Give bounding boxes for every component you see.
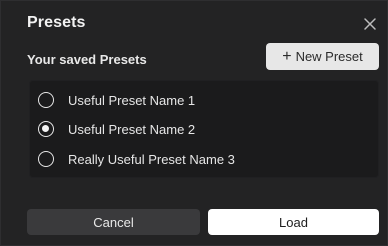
presets-dialog: Presets Your saved Presets + New Preset … [0,0,388,246]
saved-presets-heading: Your saved Presets [27,52,147,67]
radio-button-selected[interactable] [38,121,54,137]
preset-label: Useful Preset Name 1 [68,92,196,108]
preset-list: Useful Preset Name 1 Useful Preset Name … [29,80,379,178]
preset-label: Really Useful Preset Name 3 [68,151,235,167]
radio-button[interactable] [38,92,54,108]
cancel-button[interactable]: Cancel [27,209,200,235]
preset-item-2[interactable]: Useful Preset Name 2 [38,117,195,141]
new-preset-label: New Preset [295,49,363,64]
radio-button[interactable] [38,151,54,167]
new-preset-button[interactable]: + New Preset [266,43,379,70]
close-icon[interactable] [361,15,379,33]
preset-item-3[interactable]: Really Useful Preset Name 3 [38,147,235,171]
dialog-title: Presets [27,14,86,31]
preset-item-1[interactable]: Useful Preset Name 1 [38,88,195,112]
plus-icon: + [282,47,292,65]
load-button[interactable]: Load [208,209,379,235]
preset-label: Useful Preset Name 2 [68,121,196,137]
